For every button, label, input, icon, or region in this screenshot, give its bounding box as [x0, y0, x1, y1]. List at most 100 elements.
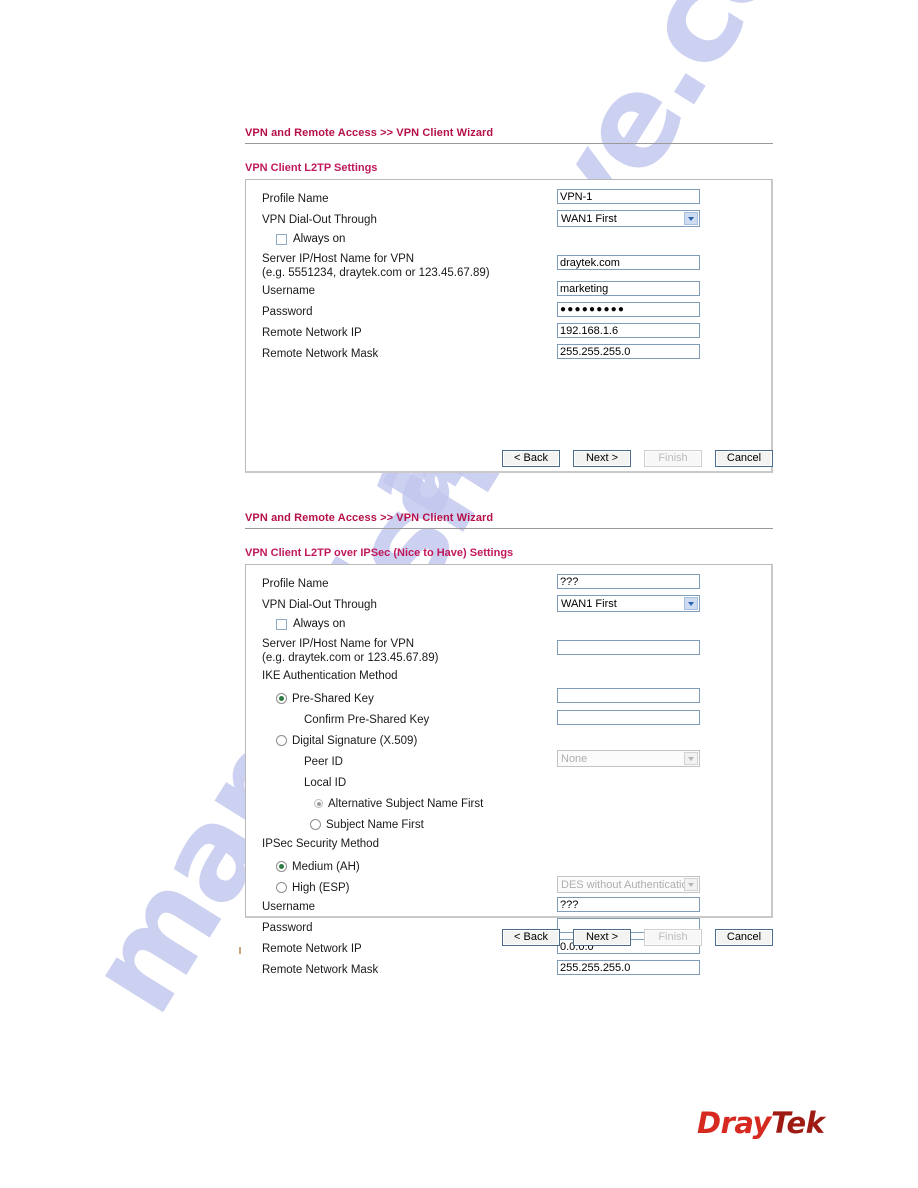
- row-profile-name: Profile Name: [262, 574, 761, 594]
- chevron-down-icon[interactable]: [684, 212, 698, 225]
- label-ike-auth-method: IKE Authentication Method: [262, 670, 398, 682]
- row-subject-name-first: Subject Name First: [262, 813, 761, 833]
- label-server-ip-main: Server IP/Host Name for VPN: [262, 638, 415, 650]
- row-confirm-pre-shared-key: Confirm Pre-Shared Key: [262, 708, 761, 728]
- row-username: Username: [262, 281, 761, 301]
- cancel-button[interactable]: Cancel: [715, 450, 773, 467]
- password-input[interactable]: [557, 302, 700, 317]
- subject-name-first-radio[interactable]: [310, 819, 321, 830]
- row-dial-out: VPN Dial-Out Through WAN1 First: [262, 210, 761, 230]
- row-ipsec-security-method: IPSec Security Method: [262, 834, 761, 854]
- row-profile-name: Profile Name: [262, 189, 761, 209]
- label-password: Password: [262, 306, 313, 318]
- cancel-button[interactable]: Cancel: [715, 929, 773, 946]
- always-on-checkbox[interactable]: [276, 618, 287, 630]
- always-on-checkbox[interactable]: [276, 233, 287, 245]
- label-server-ip-hint: (e.g. 5551234, draytek.com or 123.45.67.…: [262, 267, 490, 279]
- wizard-buttons-form-one: < Back Next > Finish Cancel: [245, 450, 773, 467]
- row-medium-ah: Medium (AH): [262, 855, 761, 875]
- username-input[interactable]: [557, 281, 700, 296]
- breadcrumb-form-one: VPN and Remote Access >> VPN Client Wiza…: [245, 126, 773, 140]
- subject-name-first-option[interactable]: Subject Name First: [310, 816, 557, 833]
- wizard-buttons-form-two: < Back Next > Finish Cancel: [245, 929, 773, 946]
- breadcrumb-separator: >>: [380, 512, 394, 524]
- breadcrumb-main[interactable]: VPN and Remote Access: [245, 512, 377, 524]
- chevron-down-icon[interactable]: [684, 597, 698, 610]
- breadcrumb-divider: [245, 143, 773, 144]
- l2tp-settings-form: Profile Name VPN Dial-Out Through WAN1 F…: [245, 179, 773, 473]
- next-button[interactable]: Next >: [573, 929, 631, 946]
- row-dial-out: VPN Dial-Out Through WAN1 First: [262, 595, 761, 615]
- confirm-pre-shared-key-input[interactable]: [557, 710, 700, 725]
- label-always-on: Always on: [293, 618, 346, 630]
- label-always-on: Always on: [293, 233, 346, 245]
- label-dial-out: VPN Dial-Out Through: [262, 214, 377, 226]
- breadcrumb-current: VPN Client Wizard: [396, 512, 494, 524]
- peer-id-select: None: [557, 750, 700, 767]
- label-peer-id: Peer ID: [304, 756, 343, 768]
- label-high-esp: High (ESP): [292, 881, 350, 894]
- esp-method-select: DES without Authentication: [557, 876, 700, 893]
- profile-name-input[interactable]: [557, 574, 700, 589]
- finish-button: Finish: [644, 929, 702, 946]
- label-profile-name: Profile Name: [262, 193, 329, 205]
- pre-shared-key-option[interactable]: Pre-Shared Key: [276, 690, 557, 707]
- digital-signature-radio[interactable]: [276, 735, 287, 746]
- label-server-ip-hint: (e.g. draytek.com or 123.45.67.89): [262, 652, 439, 664]
- row-always-on[interactable]: Always on: [276, 232, 761, 246]
- row-high-esp: High (ESP) DES without Authentication: [262, 876, 761, 896]
- label-digital-signature: Digital Signature (X.509): [292, 734, 418, 747]
- server-ip-input[interactable]: [557, 255, 700, 270]
- row-peer-id: Peer ID None: [262, 750, 761, 770]
- breadcrumb-form-two: VPN and Remote Access >> VPN Client Wiza…: [245, 511, 773, 525]
- username-input[interactable]: [557, 897, 700, 912]
- dial-out-select[interactable]: WAN1 First: [557, 595, 700, 612]
- alt-subject-name-first-option[interactable]: Alternative Subject Name First: [314, 795, 557, 812]
- row-digital-signature: Digital Signature (X.509): [262, 729, 761, 749]
- pre-shared-key-input[interactable]: [557, 688, 700, 703]
- breadcrumb-main[interactable]: VPN and Remote Access: [245, 127, 377, 139]
- row-username: Username: [262, 897, 761, 917]
- dial-out-selected-value: WAN1 First: [561, 597, 617, 610]
- back-button[interactable]: < Back: [502, 450, 560, 467]
- digital-signature-option[interactable]: Digital Signature (X.509): [276, 732, 557, 749]
- label-pre-shared-key: Pre-Shared Key: [292, 692, 374, 705]
- back-button[interactable]: < Back: [502, 929, 560, 946]
- next-button[interactable]: Next >: [573, 450, 631, 467]
- vpn-l2tp-over-ipsec-panel: VPN and Remote Access >> VPN Client Wiza…: [245, 511, 773, 976]
- row-ike-auth-method: IKE Authentication Method: [262, 666, 761, 686]
- document-page: VPN and Remote Access >> VPN Client Wiza…: [0, 0, 918, 1188]
- high-esp-option[interactable]: High (ESP): [276, 879, 557, 896]
- label-medium-ah: Medium (AH): [292, 860, 360, 873]
- label-server-ip-main: Server IP/Host Name for VPN: [262, 253, 415, 265]
- dial-out-select[interactable]: WAN1 First: [557, 210, 700, 227]
- breadcrumb-separator: >>: [380, 127, 394, 139]
- page-artifact-mark: [239, 947, 241, 954]
- high-esp-radio[interactable]: [276, 882, 287, 893]
- row-remote-network-ip: Remote Network IP: [262, 323, 761, 343]
- remote-network-mask-input[interactable]: [557, 960, 700, 975]
- breadcrumb-divider: [245, 528, 773, 529]
- label-remote-network-ip: Remote Network IP: [262, 327, 362, 339]
- row-server-ip: Server IP/Host Name for VPN (e.g. 555123…: [262, 249, 761, 280]
- label-username: Username: [262, 285, 316, 297]
- server-ip-input[interactable]: [557, 640, 700, 655]
- row-remote-network-mask: Remote Network Mask: [262, 344, 761, 364]
- alt-subject-name-first-radio[interactable]: [314, 799, 323, 808]
- remote-network-ip-input[interactable]: [557, 323, 700, 338]
- label-server-ip: Server IP/Host Name for VPN (e.g. drayte…: [262, 634, 557, 665]
- medium-ah-radio[interactable]: [276, 861, 287, 872]
- esp-method-selected-value: DES without Authentication: [561, 878, 694, 891]
- label-server-ip: Server IP/Host Name for VPN (e.g. 555123…: [262, 249, 557, 280]
- row-pre-shared-key: Pre-Shared Key: [262, 687, 761, 707]
- remote-network-mask-input[interactable]: [557, 344, 700, 359]
- pre-shared-key-radio[interactable]: [276, 693, 287, 704]
- label-confirm-pre-shared-key: Confirm Pre-Shared Key: [304, 714, 430, 726]
- chevron-down-icon: [684, 878, 698, 891]
- finish-button: Finish: [644, 450, 702, 467]
- medium-ah-option[interactable]: Medium (AH): [276, 858, 557, 875]
- row-always-on[interactable]: Always on: [276, 617, 761, 631]
- logo-part-tek: Tek: [770, 1106, 825, 1140]
- breadcrumb-current: VPN Client Wizard: [396, 127, 494, 139]
- profile-name-input[interactable]: [557, 189, 700, 204]
